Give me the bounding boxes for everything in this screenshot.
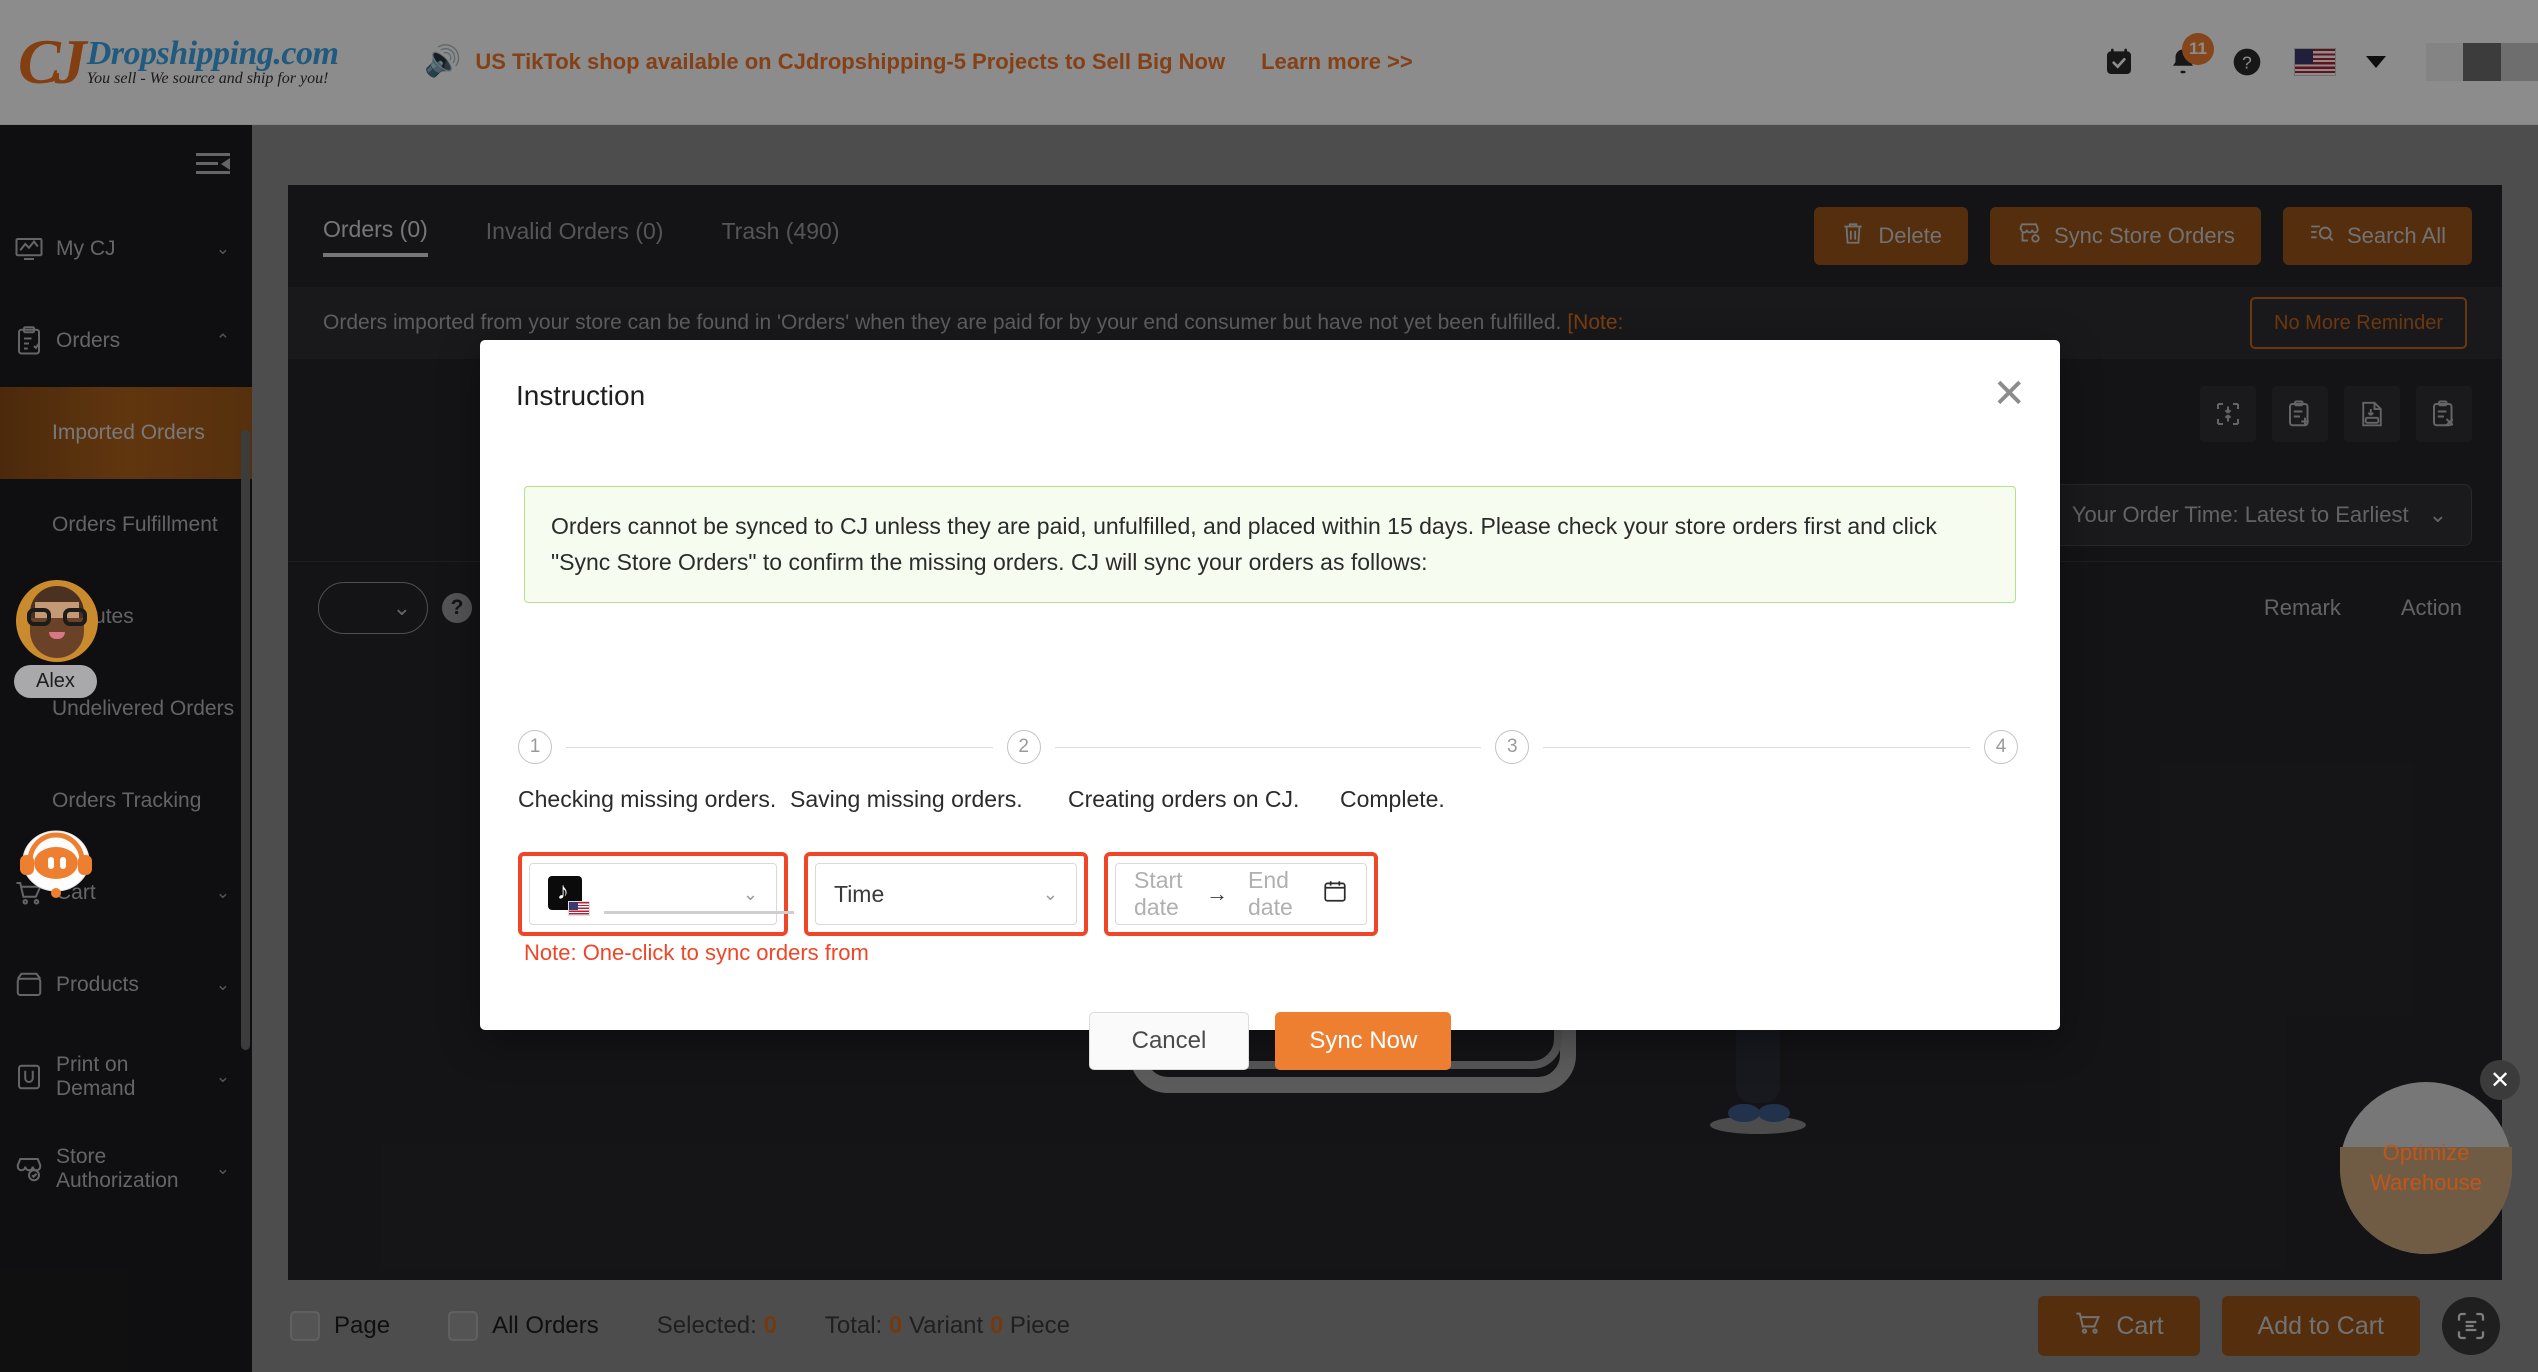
start-date-input[interactable]: Start date: [1134, 867, 1186, 921]
chevron-down-icon: ⌄: [742, 883, 758, 904]
optimize-line1: Optimize: [2382, 1140, 2470, 1166]
date-range-highlight: Start date → End date: [1104, 852, 1378, 936]
date-range-separator: →: [1205, 881, 1228, 906]
modal-footer: Cancel Sync Now: [480, 1012, 2060, 1070]
end-date-input[interactable]: End date: [1248, 867, 1296, 921]
step-number: 1: [518, 730, 552, 764]
close-icon[interactable]: ✕: [1992, 374, 2026, 414]
tiktok-store-icon: [548, 876, 590, 916]
sync-hint-note: Note: One-click to sync orders from: [524, 940, 869, 965]
step-label: Checking missing orders.: [518, 786, 777, 812]
chatbot-icon[interactable]: [10, 815, 102, 907]
store-select-highlight: ⌄: [518, 852, 794, 936]
optimize-line2: Warehouse: [2370, 1170, 2482, 1195]
instruction-modal: Instruction ✕ Orders cannot be synced to…: [480, 340, 2060, 1070]
step-number: 4: [1984, 730, 2019, 764]
time-select-highlight: Time ⌄: [804, 852, 1088, 936]
optimize-close-icon[interactable]: ✕: [2480, 1060, 2520, 1100]
store-select[interactable]: ⌄: [529, 863, 794, 925]
step-number: 2: [1006, 730, 1041, 764]
time-select-value: Time: [834, 880, 885, 907]
app-root: CJ Dropshipping.com You sell - We source…: [0, 0, 2538, 1372]
calendar-icon[interactable]: [1322, 878, 1348, 911]
avatar[interactable]: [16, 580, 98, 662]
date-range-picker[interactable]: Start date → End date: [1115, 863, 1367, 925]
sync-now-button[interactable]: Sync Now: [1275, 1012, 1452, 1070]
modal-notice: Orders cannot be synced to CJ unless the…: [524, 486, 2016, 604]
avatar-name-label: Alex: [14, 665, 97, 698]
modal-title: Instruction: [516, 380, 646, 411]
step-number: 3: [1495, 730, 1530, 764]
time-select[interactable]: Time ⌄: [815, 863, 1077, 925]
step-label: Complete.: [1340, 786, 1445, 812]
step-label: Saving missing orders.: [790, 786, 1023, 812]
cancel-button[interactable]: Cancel: [1088, 1012, 1250, 1070]
chevron-down-icon: ⌄: [1042, 883, 1058, 904]
step-label: Creating orders on CJ.: [1068, 786, 1300, 812]
steps-indicator: 1 2 3 4 Checking missing orders. Saving …: [518, 730, 2019, 813]
sync-controls: ⌄ Time ⌄ Start date → End date: [518, 852, 1378, 936]
